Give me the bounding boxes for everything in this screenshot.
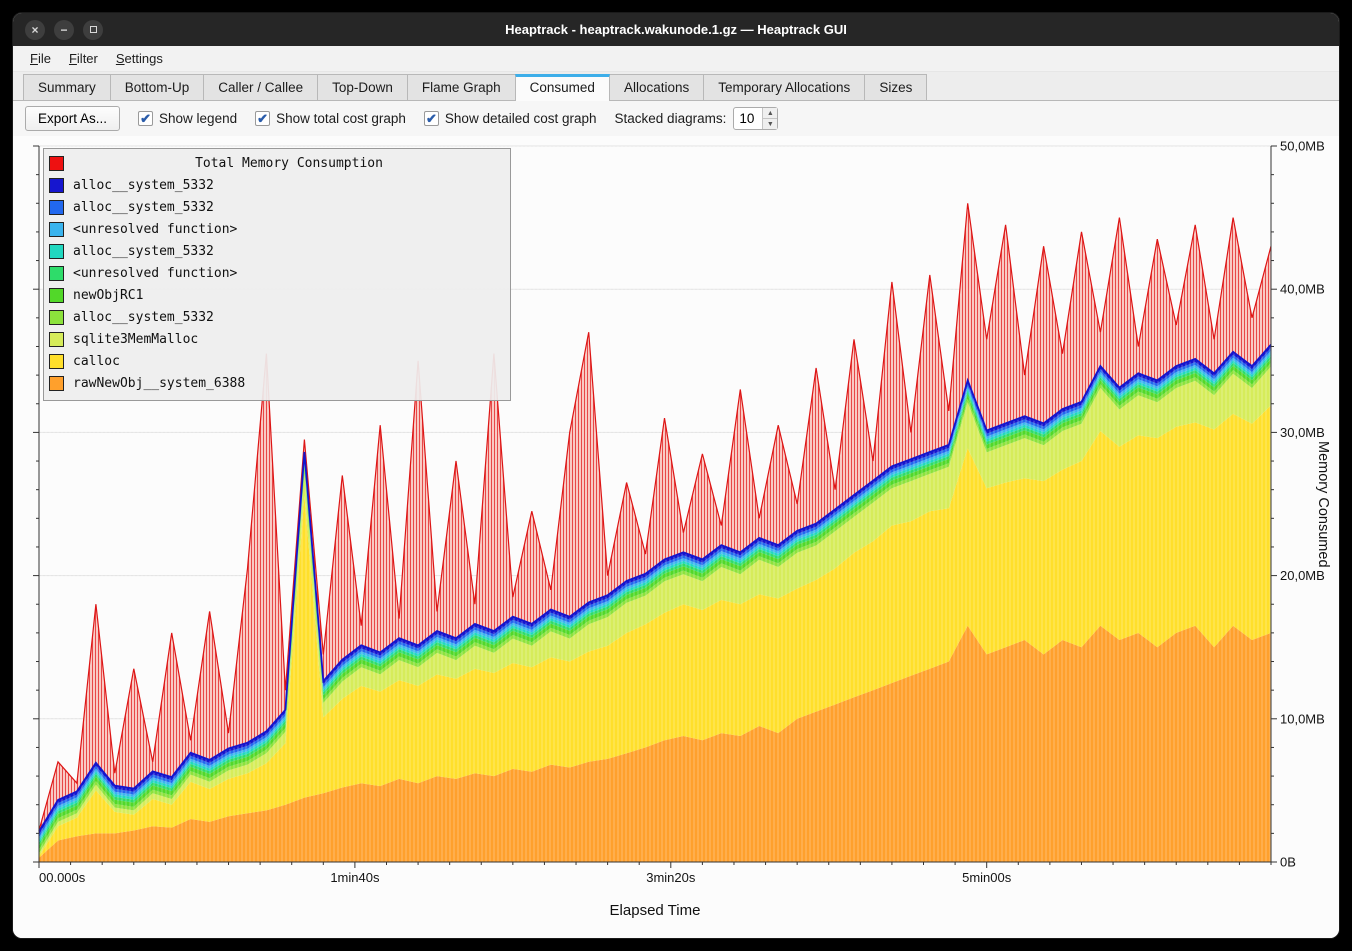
legend-item: <unresolved function> bbox=[49, 262, 505, 284]
title-bar[interactable]: × − Heaptrack - heaptrack.wakunode.1.gz … bbox=[13, 13, 1339, 46]
tab-flame-graph[interactable]: Flame Graph bbox=[407, 74, 516, 100]
legend-item-label: calloc bbox=[73, 354, 120, 369]
menu-settings[interactable]: Settings bbox=[107, 48, 172, 69]
window-title: Heaptrack - heaptrack.wakunode.1.gz — He… bbox=[505, 22, 847, 37]
legend-item-label: newObjRC1 bbox=[73, 288, 143, 303]
chart-legend: Total Memory Consumption alloc__system_5… bbox=[43, 148, 511, 401]
legend-item-label: alloc__system_5332 bbox=[73, 244, 214, 259]
tab-bottom-up[interactable]: Bottom-Up bbox=[110, 74, 205, 100]
legend-title: Total Memory Consumption bbox=[73, 156, 505, 171]
legend-item: rawNewObj__system_6388 bbox=[49, 372, 505, 394]
legend-swatch bbox=[49, 332, 64, 347]
spinner-arrows: ▲ ▼ bbox=[762, 108, 777, 129]
legend-item: newObjRC1 bbox=[49, 284, 505, 306]
window-controls: × − bbox=[25, 13, 103, 46]
y-tick-label: 0B bbox=[1280, 855, 1296, 870]
show-legend-checkbox[interactable]: ✔ bbox=[138, 111, 153, 126]
legend-swatch bbox=[49, 156, 64, 171]
menu-file[interactable]: File bbox=[21, 48, 60, 69]
legend-item-label: alloc__system_5332 bbox=[73, 178, 214, 193]
legend-item: calloc bbox=[49, 350, 505, 372]
legend-item: alloc__system_5332 bbox=[49, 196, 505, 218]
show-detailed-cost-checkbox-group[interactable]: ✔ Show detailed cost graph bbox=[424, 111, 597, 126]
legend-item: <unresolved function> bbox=[49, 218, 505, 240]
legend-swatch bbox=[49, 288, 64, 303]
legend-item: alloc__system_5332 bbox=[49, 306, 505, 328]
show-detailed-cost-checkbox[interactable]: ✔ bbox=[424, 111, 439, 126]
show-legend-checkbox-group[interactable]: ✔ Show legend bbox=[138, 111, 237, 126]
legend-swatch bbox=[49, 376, 64, 391]
chart-toolbar: Export As... ✔ Show legend ✔ Show total … bbox=[13, 101, 1339, 136]
stacked-diagrams-input[interactable] bbox=[734, 108, 762, 129]
spinner-down-button[interactable]: ▼ bbox=[763, 119, 777, 129]
export-as-button[interactable]: Export As... bbox=[25, 106, 120, 131]
x-tick-label: 00.000s bbox=[39, 870, 86, 885]
x-tick-label: 5min00s bbox=[962, 870, 1012, 885]
menu-bar: File Filter Settings bbox=[13, 46, 1339, 72]
legend-title-row: Total Memory Consumption bbox=[49, 152, 505, 174]
legend-swatch bbox=[49, 222, 64, 237]
tab-caller-callee[interactable]: Caller / Callee bbox=[203, 74, 318, 100]
x-tick-label: 1min40s bbox=[330, 870, 380, 885]
x-axis-title: Elapsed Time bbox=[39, 902, 1271, 919]
legend-item: alloc__system_5332 bbox=[49, 174, 505, 196]
legend-swatch bbox=[49, 178, 64, 193]
stacked-diagrams-group: Stacked diagrams: ▲ ▼ bbox=[615, 107, 779, 130]
tab-bar: Summary Bottom-Up Caller / Callee Top-Do… bbox=[13, 72, 1339, 101]
consumed-chart-area: 0B10,0MB20,0MB30,0MB40,0MB50,0MB00.000s1… bbox=[13, 136, 1339, 938]
y-axis-title: Memory Consumed bbox=[1315, 146, 1331, 862]
tab-top-down[interactable]: Top-Down bbox=[317, 74, 408, 100]
tab-summary[interactable]: Summary bbox=[23, 74, 111, 100]
tab-temporary-allocations[interactable]: Temporary Allocations bbox=[703, 74, 865, 100]
x-tick-label: 3min20s bbox=[646, 870, 696, 885]
stacked-diagrams-spinner[interactable]: ▲ ▼ bbox=[733, 107, 778, 130]
close-button[interactable]: × bbox=[25, 20, 45, 40]
legend-swatch bbox=[49, 244, 64, 259]
maximize-icon bbox=[90, 26, 97, 33]
stacked-diagrams-label: Stacked diagrams: bbox=[615, 111, 727, 126]
legend-item-label: <unresolved function> bbox=[73, 266, 237, 281]
tab-consumed[interactable]: Consumed bbox=[515, 74, 610, 101]
heaptrack-window: × − Heaptrack - heaptrack.wakunode.1.gz … bbox=[12, 12, 1340, 939]
legend-swatch bbox=[49, 266, 64, 281]
show-legend-label: Show legend bbox=[159, 111, 237, 126]
legend-item-label: rawNewObj__system_6388 bbox=[73, 376, 245, 391]
spinner-up-button[interactable]: ▲ bbox=[763, 108, 777, 119]
maximize-button[interactable] bbox=[83, 20, 103, 40]
legend-item-label: alloc__system_5332 bbox=[73, 310, 214, 325]
show-detailed-cost-label: Show detailed cost graph bbox=[445, 111, 597, 126]
legend-swatch bbox=[49, 354, 64, 369]
legend-swatch bbox=[49, 310, 64, 325]
tab-allocations[interactable]: Allocations bbox=[609, 74, 704, 100]
show-total-cost-checkbox[interactable]: ✔ bbox=[255, 111, 270, 126]
legend-item: alloc__system_5332 bbox=[49, 240, 505, 262]
legend-item-label: sqlite3MemMalloc bbox=[73, 332, 198, 347]
legend-swatch bbox=[49, 200, 64, 215]
minimize-button[interactable]: − bbox=[54, 20, 74, 40]
show-total-cost-label: Show total cost graph bbox=[276, 111, 406, 126]
menu-filter[interactable]: Filter bbox=[60, 48, 107, 69]
legend-item-label: alloc__system_5332 bbox=[73, 200, 214, 215]
legend-item-label: <unresolved function> bbox=[73, 222, 237, 237]
show-total-cost-checkbox-group[interactable]: ✔ Show total cost graph bbox=[255, 111, 406, 126]
legend-item: sqlite3MemMalloc bbox=[49, 328, 505, 350]
tab-sizes[interactable]: Sizes bbox=[864, 74, 927, 100]
